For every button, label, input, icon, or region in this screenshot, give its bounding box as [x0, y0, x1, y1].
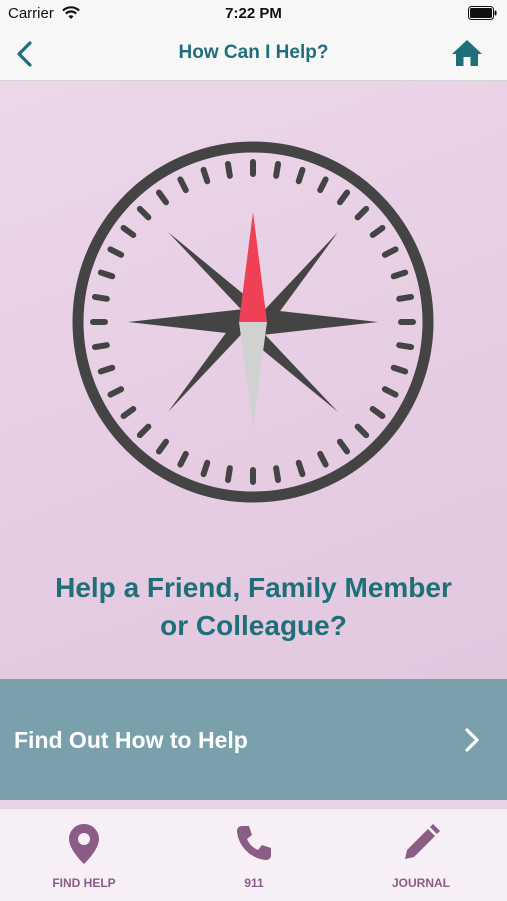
compass-tick [354, 423, 370, 439]
home-icon[interactable] [451, 38, 483, 68]
status-bar: Carrier 7:22 PM [0, 0, 507, 28]
page-title: How Can I Help? [178, 42, 329, 63]
battery-icon [468, 6, 497, 20]
compass-tick [120, 224, 137, 239]
compass-tick [224, 160, 233, 179]
hero-heading-line-1: Help a Friend, Family Member [55, 572, 452, 603]
cta-label: Find Out How to Help [14, 727, 248, 753]
divider [0, 800, 507, 808]
clock: 7:22 PM [225, 5, 282, 22]
compass-tick [155, 438, 170, 455]
pencil-icon [405, 824, 440, 859]
tab-911[interactable]: 911 [204, 809, 304, 901]
compass-tick [136, 205, 152, 221]
phone-icon [237, 826, 271, 860]
compass-tick [396, 293, 415, 302]
hero-heading: Help a Friend, Family Member or Colleagu… [0, 569, 507, 645]
find-out-how-to-help-button[interactable]: Find Out How to Help [0, 679, 507, 800]
compass-tick [369, 224, 386, 239]
compass-tick [155, 189, 170, 206]
map-pin-icon [69, 824, 99, 864]
compass-tick [336, 438, 351, 455]
hero-heading-line-2: or Colleague? [160, 610, 347, 641]
tab-label-find-help: FIND HELP [52, 876, 116, 890]
compass-tick [107, 246, 125, 258]
compass-tick [177, 176, 189, 194]
compass-tick [97, 269, 116, 280]
compass-tick [136, 423, 152, 439]
tab-journal[interactable]: JOURNAL [371, 809, 471, 901]
compass-tick [91, 342, 110, 351]
compass-tick [224, 465, 233, 484]
compass-tick [369, 405, 386, 420]
compass-tick [200, 166, 211, 185]
tab-label-journal: JOURNAL [391, 876, 450, 890]
compass-tick [354, 205, 370, 221]
compass-tick [295, 166, 306, 185]
compass-tick [381, 246, 399, 258]
compass-tick [120, 405, 137, 420]
hero-section: Help a Friend, Family Member or Colleagu… [0, 81, 507, 679]
compass-tick [295, 459, 306, 478]
tab-find-help[interactable]: FIND HELP [34, 809, 134, 901]
compass-icon [72, 141, 434, 503]
tab-bar: FIND HELP 911 JOURNAL [0, 808, 507, 901]
compass-tick [396, 342, 415, 351]
compass-tick [177, 450, 189, 468]
compass-tick [390, 269, 409, 280]
compass-tick [381, 386, 399, 398]
compass-tick [107, 386, 125, 398]
compass-tick [273, 465, 282, 484]
tab-label-911: 911 [244, 876, 264, 890]
compass-tick [317, 176, 329, 194]
compass-tick [390, 364, 409, 375]
compass-tick [97, 364, 116, 375]
compass-tick [336, 189, 351, 206]
compass-tick [273, 160, 282, 179]
chevron-right-icon [465, 728, 479, 752]
navigation-bar: How Can I Help? [0, 28, 507, 81]
compass-tick [317, 450, 329, 468]
compass-tick [91, 293, 110, 302]
compass-tick [200, 459, 211, 478]
